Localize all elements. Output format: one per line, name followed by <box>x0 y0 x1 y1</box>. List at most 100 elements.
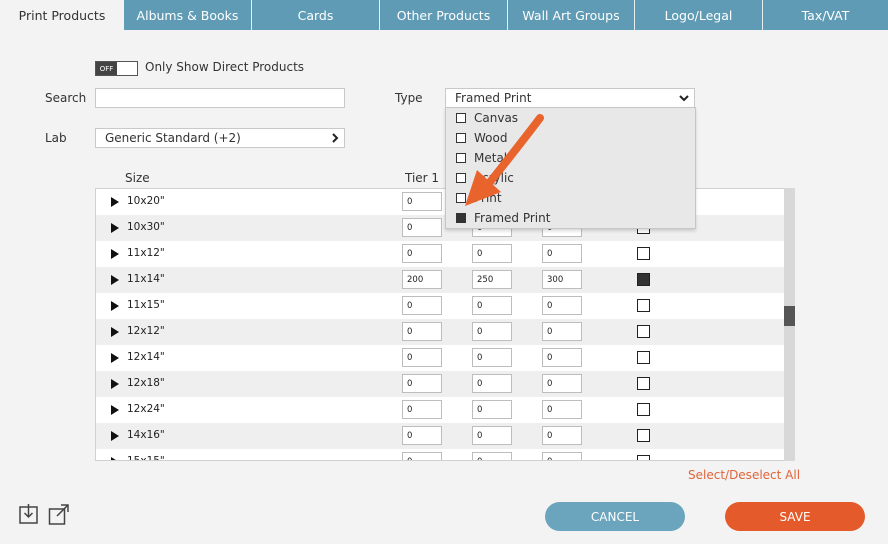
type-option[interactable]: Acrylic <box>446 168 695 188</box>
tier2-price-input[interactable]: 0 <box>472 426 512 445</box>
tier3-price-input[interactable]: 0 <box>542 400 582 419</box>
tier1-price-input[interactable]: 0 <box>402 452 442 460</box>
row-checkbox[interactable] <box>637 455 650 460</box>
type-option-label: Canvas <box>474 111 519 125</box>
row-checkbox[interactable] <box>637 351 650 364</box>
size-label: 12x24" <box>127 403 165 415</box>
tier3-price-input[interactable]: 0 <box>542 348 582 367</box>
chevron-down-icon <box>679 95 689 102</box>
tab-cards[interactable]: Cards <box>252 0 380 30</box>
table-scrollbar[interactable] <box>784 188 795 461</box>
row-checkbox[interactable] <box>637 325 650 338</box>
tab-albums-books[interactable]: Albums & Books <box>124 0 252 30</box>
expand-row-icon[interactable] <box>111 327 119 337</box>
type-option[interactable]: Wood <box>446 128 695 148</box>
row-checkbox[interactable] <box>637 247 650 260</box>
scrollbar-thumb[interactable] <box>784 306 795 326</box>
external-link-icon[interactable] <box>48 503 70 525</box>
save-button[interactable]: SAVE <box>725 502 865 531</box>
lab-label: Lab <box>45 131 67 145</box>
tier2-price-input[interactable]: 0 <box>472 348 512 367</box>
tier2-price-input[interactable]: 0 <box>472 452 512 460</box>
expand-row-icon[interactable] <box>111 249 119 259</box>
column-header-tier1: Tier 1 <box>405 171 440 185</box>
tier1-price-input[interactable]: 0 <box>402 348 442 367</box>
tier1-price-input[interactable]: 0 <box>402 244 442 263</box>
select-deselect-all-link[interactable]: Select/Deselect All <box>688 468 800 482</box>
direct-products-toggle[interactable]: OFF <box>95 61 138 76</box>
table-row: 12x14" 0 0 0 <box>96 345 784 371</box>
column-header-size: Size <box>125 171 150 185</box>
tier3-price-input[interactable]: 0 <box>542 296 582 315</box>
tier3-price-input[interactable]: 0 <box>542 374 582 393</box>
tier1-price-input[interactable]: 0 <box>402 426 442 445</box>
expand-row-icon[interactable] <box>111 405 119 415</box>
table-row: 15x15" 0 0 0 <box>96 449 784 460</box>
tier1-price-input[interactable]: 0 <box>402 296 442 315</box>
type-option[interactable]: Canvas <box>446 108 695 128</box>
tier3-price-input[interactable]: 0 <box>542 452 582 460</box>
type-option[interactable]: Framed Print <box>446 208 695 228</box>
tier2-price-input[interactable]: 0 <box>472 400 512 419</box>
tier3-price-input[interactable]: 0 <box>542 244 582 263</box>
tab-other-products[interactable]: Other Products <box>380 0 508 30</box>
type-dropdown-menu: Canvas Wood Metal Acrylic Print Framed Print <box>445 107 696 229</box>
type-option-checkbox[interactable] <box>456 153 466 163</box>
table-row: 14x16" 0 0 0 <box>96 423 784 449</box>
type-option-checkbox[interactable] <box>456 173 466 183</box>
tier3-price-input[interactable]: 0 <box>542 322 582 341</box>
tier1-price-input[interactable]: 0 <box>402 374 442 393</box>
tier2-price-input[interactable]: 250 <box>472 270 512 289</box>
type-option[interactable]: Metal <box>446 148 695 168</box>
type-option-label: Wood <box>474 131 508 145</box>
size-label: 10x30" <box>127 221 165 233</box>
lab-select[interactable]: Generic Standard (+2) <box>95 128 345 148</box>
size-label: 11x15" <box>127 299 165 311</box>
row-checkbox[interactable] <box>637 273 650 286</box>
tier2-price-input[interactable]: 0 <box>472 322 512 341</box>
tab-tax-vat[interactable]: Tax/VAT <box>763 0 888 30</box>
lab-select-value: Generic Standard (+2) <box>105 131 241 145</box>
expand-row-icon[interactable] <box>111 457 119 460</box>
search-label: Search <box>45 91 87 105</box>
size-label: 10x20" <box>127 195 165 207</box>
row-checkbox[interactable] <box>637 377 650 390</box>
size-label: 11x14" <box>127 273 165 285</box>
type-option-checkbox[interactable] <box>456 213 466 223</box>
size-label: 12x14" <box>127 351 165 363</box>
tier1-price-input[interactable]: 0 <box>402 218 442 237</box>
table-row: 11x12" 0 0 0 <box>96 241 784 267</box>
tier3-price-input[interactable]: 300 <box>542 270 582 289</box>
row-checkbox[interactable] <box>637 403 650 416</box>
type-option[interactable]: Print <box>446 188 695 208</box>
size-label: 11x12" <box>127 247 165 259</box>
expand-row-icon[interactable] <box>111 301 119 311</box>
import-icon[interactable] <box>18 503 40 525</box>
tier2-price-input[interactable]: 0 <box>472 374 512 393</box>
tier2-price-input[interactable]: 0 <box>472 296 512 315</box>
tab-print-products[interactable]: Print Products <box>0 0 124 30</box>
tier3-price-input[interactable]: 0 <box>542 426 582 445</box>
tab-wall-art-groups[interactable]: Wall Art Groups <box>508 0 635 30</box>
tier1-price-input[interactable]: 0 <box>402 192 442 211</box>
type-option-checkbox[interactable] <box>456 193 466 203</box>
tier2-price-input[interactable]: 0 <box>472 244 512 263</box>
expand-row-icon[interactable] <box>111 223 119 233</box>
cancel-button[interactable]: CANCEL <box>545 502 685 531</box>
type-option-checkbox[interactable] <box>456 113 466 123</box>
row-checkbox[interactable] <box>637 299 650 312</box>
tier1-price-input[interactable]: 0 <box>402 322 442 341</box>
expand-row-icon[interactable] <box>111 353 119 363</box>
type-option-label: Acrylic <box>474 171 514 185</box>
expand-row-icon[interactable] <box>111 275 119 285</box>
tier1-price-input[interactable]: 200 <box>402 270 442 289</box>
search-input[interactable] <box>95 88 345 108</box>
expand-row-icon[interactable] <box>111 431 119 441</box>
tab-logo-legal[interactable]: Logo/Legal <box>635 0 763 30</box>
tier1-price-input[interactable]: 0 <box>402 400 442 419</box>
expand-row-icon[interactable] <box>111 379 119 389</box>
row-checkbox[interactable] <box>637 429 650 442</box>
type-select[interactable]: Framed Print <box>445 88 695 108</box>
type-option-checkbox[interactable] <box>456 133 466 143</box>
expand-row-icon[interactable] <box>111 197 119 207</box>
